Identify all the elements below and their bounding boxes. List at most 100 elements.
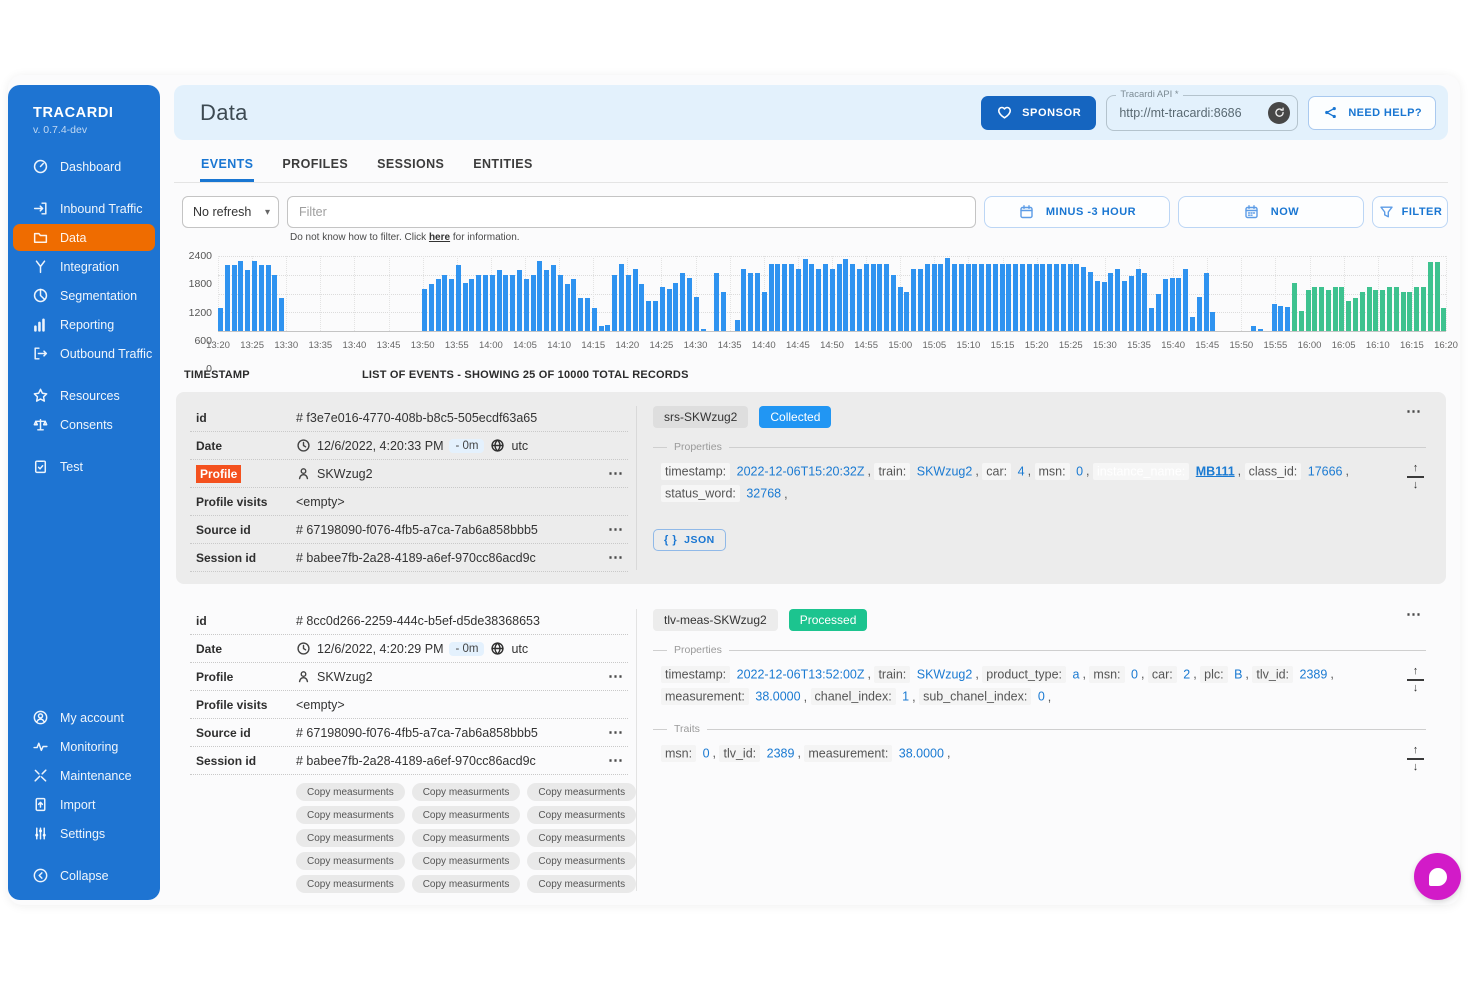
- tracardi-api-input[interactable]: [1117, 105, 1259, 121]
- kv-value: 0: [700, 745, 713, 762]
- copy-measurement-chip[interactable]: Copy measurments: [296, 806, 405, 824]
- row-label: id: [196, 614, 296, 628]
- helper-here-link[interactable]: here: [429, 232, 450, 243]
- copy-measurement-chip[interactable]: Copy measurments: [296, 829, 405, 847]
- sidebar-item-outbound-traffic[interactable]: Outbound Traffic: [13, 340, 155, 367]
- chart-bar: [497, 270, 502, 331]
- copy-measurement-chip[interactable]: Copy measurments: [527, 852, 636, 870]
- copy-measurement-chip[interactable]: Copy measurments: [296, 852, 405, 870]
- more-menu-icon[interactable]: ⋯: [1402, 607, 1426, 622]
- chart-bar: [259, 265, 264, 331]
- copy-measurement-chip[interactable]: Copy measurments: [412, 852, 521, 870]
- expand-icon[interactable]: ↑↓: [1407, 666, 1424, 694]
- sidebar-item-integration[interactable]: Integration: [13, 253, 155, 280]
- chart-bar: [782, 264, 787, 331]
- kv-value[interactable]: MB111: [1193, 463, 1238, 480]
- more-menu-icon[interactable]: ⋯: [604, 466, 628, 481]
- sidebar-item-import[interactable]: Import: [13, 791, 155, 818]
- json-button[interactable]: { }JSON: [653, 529, 726, 551]
- more-menu-icon[interactable]: ⋯: [604, 522, 628, 537]
- chart-bar: [871, 264, 876, 331]
- x-axis-tick-label: 13:35: [308, 340, 332, 351]
- x-axis-tick-label: 15:50: [1229, 340, 1253, 351]
- chart-bar: [585, 298, 590, 331]
- sidebar-item-test[interactable]: Test: [13, 453, 155, 480]
- sidebar-item-segmentation[interactable]: Segmentation: [13, 282, 155, 309]
- copy-measurement-chip[interactable]: Copy measurments: [527, 875, 636, 893]
- copy-measurement-chip[interactable]: Copy measurments: [527, 829, 636, 847]
- chart-bar: [714, 273, 719, 331]
- copy-measurement-chip[interactable]: Copy measurments: [527, 806, 636, 824]
- tab-profiles[interactable]: PROFILES: [281, 150, 349, 182]
- expand-icon[interactable]: ↑↓: [1407, 463, 1424, 491]
- sidebar-item-inbound-traffic[interactable]: Inbound Traffic: [13, 195, 155, 222]
- expand-icon[interactable]: ↑↓: [1407, 745, 1424, 773]
- event-id: # f3e7e016-4770-408b-b8c5-505ecdf63a65: [296, 411, 537, 425]
- sidebar-item-label: Monitoring: [60, 740, 118, 754]
- x-axis-tick-label: 13:55: [445, 340, 469, 351]
- chart-bar: [1136, 269, 1141, 332]
- now-button[interactable]: NOW: [1178, 196, 1364, 228]
- sidebar-item-data[interactable]: Data: [13, 224, 155, 251]
- more-menu-icon[interactable]: ⋯: [604, 753, 628, 768]
- source-id: # 67198090-f076-4fb5-a7ca-7ab6a858bbb5: [296, 523, 538, 537]
- copy-measurement-chip[interactable]: Copy measurments: [412, 875, 521, 893]
- row-label: Session id: [196, 551, 296, 565]
- filter-input[interactable]: [287, 196, 976, 228]
- chart-bar: [1156, 294, 1161, 332]
- kv-comma: ,: [1048, 690, 1051, 704]
- copy-measurement-chip[interactable]: Copy measurments: [412, 806, 521, 824]
- sidebar-item-my-account[interactable]: My account: [13, 704, 155, 731]
- filter-button[interactable]: FILTER: [1372, 196, 1448, 228]
- more-menu-icon[interactable]: ⋯: [1402, 404, 1426, 419]
- event-record-card: id# f3e7e016-4770-408b-b8c5-505ecdf63a65…: [176, 392, 1446, 584]
- chart-bar: [701, 329, 706, 331]
- kv-value: 2022-12-06T15:20:32Z: [734, 463, 868, 480]
- sidebar-item-settings[interactable]: Settings: [13, 820, 155, 847]
- sidebar-item-monitoring[interactable]: Monitoring: [13, 733, 155, 760]
- chart-bar: [673, 283, 678, 331]
- record-row: Date12/6/2022, 4:20:29 PM- 0mutc: [190, 635, 628, 663]
- copy-measurement-chip[interactable]: Copy measurments: [296, 783, 405, 801]
- copy-measurement-chip[interactable]: Copy measurments: [412, 829, 521, 847]
- tab-sessions[interactable]: SESSIONS: [376, 150, 445, 182]
- refresh-select[interactable]: No refresh ▾: [182, 196, 279, 228]
- calendar-now-icon: [1243, 204, 1260, 220]
- copy-measurement-chip[interactable]: Copy measurments: [412, 783, 521, 801]
- need-help-button[interactable]: NEED HELP?: [1308, 96, 1436, 130]
- sidebar-item-consents[interactable]: Consents: [13, 411, 155, 438]
- kv-comma: ,: [804, 690, 811, 704]
- expand-line: [1407, 476, 1424, 478]
- chart-bar: [837, 264, 842, 331]
- chart-bar: [1061, 264, 1066, 331]
- copy-measurement-chip[interactable]: Copy measurments: [527, 783, 636, 801]
- more-menu-icon[interactable]: ⋯: [604, 669, 628, 684]
- record-row: ProfileSKWzug2⋯: [190, 460, 628, 488]
- sidebar-item-dashboard[interactable]: Dashboard: [13, 153, 155, 180]
- chart-bar: [272, 275, 277, 331]
- chart-bar: [898, 287, 903, 331]
- chart-bar: [1394, 287, 1399, 331]
- sidebar-item-collapse[interactable]: Collapse: [13, 862, 155, 889]
- more-menu-icon[interactable]: ⋯: [604, 550, 628, 565]
- chart-bar: [884, 264, 889, 331]
- sponsor-button[interactable]: SPONSOR: [981, 96, 1096, 130]
- kv-value: 0: [1035, 688, 1048, 705]
- source-id: # 67198090-f076-4fb5-a7ca-7ab6a858bbb5: [296, 726, 538, 740]
- record-row: id# f3e7e016-4770-408b-b8c5-505ecdf63a65: [190, 404, 628, 432]
- copy-measurement-chip[interactable]: Copy measurments: [296, 875, 405, 893]
- tab-entities[interactable]: ENTITIES: [472, 150, 533, 182]
- profile-visits: <empty>: [296, 698, 345, 712]
- sidebar-item-resources[interactable]: Resources: [13, 382, 155, 409]
- chart-bar: [279, 298, 284, 331]
- api-refresh-button[interactable]: [1268, 102, 1290, 124]
- more-menu-icon[interactable]: ⋯: [604, 725, 628, 740]
- tab-events[interactable]: EVENTS: [200, 150, 254, 182]
- sidebar-item-reporting[interactable]: Reporting: [13, 311, 155, 338]
- chart-bar: [1149, 308, 1154, 331]
- row-value: # babee7fb-2a28-4189-a6ef-970cc86acd9c: [296, 754, 604, 768]
- minus-3-hour-button[interactable]: MINUS -3 HOUR: [984, 196, 1170, 228]
- sidebar-item-maintenance[interactable]: Maintenance: [13, 762, 155, 789]
- chat-widget-button[interactable]: [1414, 853, 1461, 900]
- import-icon: [32, 796, 49, 813]
